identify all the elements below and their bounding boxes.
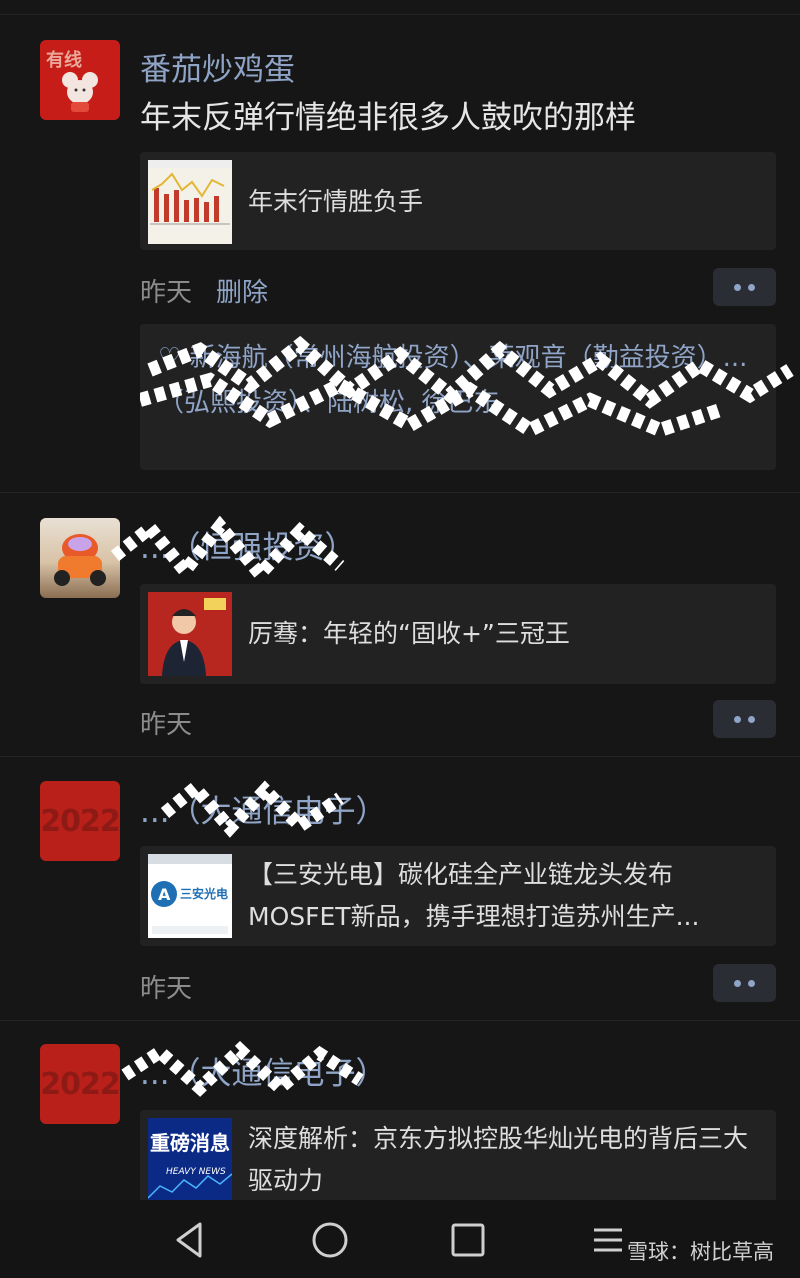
author-name[interactable]: ...（大通信电子） [140,786,387,831]
thumb-sublabel: HEAVY NEWS [166,1167,226,1177]
post-time: 昨天 [140,710,193,740]
delete-link[interactable]: 删除 [216,272,268,309]
card-title: 深度解析：京东方拟控股华灿光电的背后三大驱动力 [248,1124,749,1195]
author-name[interactable]: ...（大通信电子） [140,1048,387,1093]
more-button[interactable] [713,268,776,306]
more-button[interactable] [713,700,776,738]
divider [0,492,800,493]
link-card[interactable]: A 三安光电 【三安光电】碳化硅全产业链龙头发布MOSFET新品，携手理想打造苏… [140,846,776,946]
person-thumbnail [148,592,232,676]
news-thumbnail: 重磅消息 HEAVY NEWS [148,1118,232,1200]
post-time: 昨天 [140,278,193,308]
avatar[interactable]: 2022 [40,781,120,861]
avatar-year-text: 2022 [40,1066,120,1102]
avatar-year-text: 2022 [40,803,120,839]
thumb-label: 三安光电 [180,886,228,901]
thumb-label: 重磅消息 [150,1131,230,1155]
card-title: 厉骞：年轻的“固收+”三冠王 [248,619,570,648]
divider [0,756,800,757]
divider [0,1020,800,1021]
svg-text:A: A [158,885,171,904]
chart-thumbnail [148,160,232,244]
back-icon[interactable] [168,1218,212,1262]
toy-car-icon [54,534,106,586]
home-icon[interactable] [308,1218,352,1262]
watermark: 雪球：树比草高 [627,1240,774,1264]
mouse-icon: 有线 [46,49,98,112]
card-title: 【三安光电】碳化硅全产业链龙头发布MOSFET新品，携手理想打造苏州生产... [248,860,700,931]
recents-icon[interactable] [446,1218,490,1262]
post-time: 昨天 [140,974,193,1004]
post-text[interactable]: 年末反弹行情绝非很多人鼓吹的那样 [140,92,636,137]
author-name[interactable]: ...（恒强投资） [140,522,356,567]
avatar[interactable]: 2022 [40,1044,120,1124]
company-thumbnail: A 三安光电 [148,854,232,938]
avatar[interactable]: 有线 [40,40,120,120]
likes-box[interactable]: ♡ 新海航（常州海航投资）、莱观音（勤益投资）...（弘熙投资）、陆树松, 徐巴… [140,324,776,470]
more-button[interactable] [713,964,776,1002]
author-name[interactable]: 番茄炒鸡蛋 [140,44,295,89]
divider [0,14,800,15]
avatar-label: 有线 [46,49,82,71]
avatar[interactable] [40,518,120,598]
menu-icon[interactable] [586,1218,630,1262]
card-title: 年末行情胜负手 [248,187,424,216]
link-card[interactable]: 重磅消息 HEAVY NEWS 深度解析：京东方拟控股华灿光电的背后三大驱动力 [140,1110,776,1200]
feed: 有线 番茄炒鸡蛋 年末反弹行情绝非很多人鼓吹的那样 年末行情胜负手 昨天 删除 … [0,0,800,1200]
link-card[interactable]: 厉骞：年轻的“固收+”三冠王 [140,584,776,684]
link-card[interactable]: 年末行情胜负手 [140,152,776,250]
